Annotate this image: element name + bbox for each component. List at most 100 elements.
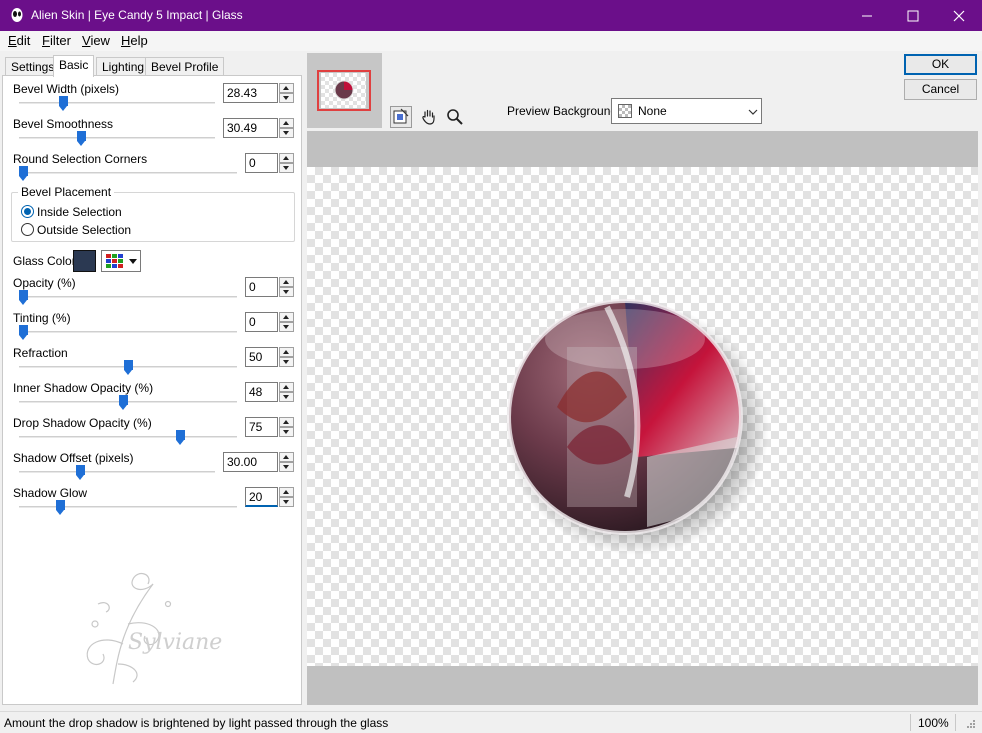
- spin-up-icon[interactable]: [279, 417, 294, 427]
- close-button[interactable]: [936, 0, 982, 31]
- round-corners-slider-thumb[interactable]: [19, 166, 28, 181]
- bevel-width-slider-track[interactable]: [19, 102, 215, 104]
- title-bar: Alien Skin | Eye Candy 5 Impact | Glass: [0, 0, 982, 31]
- spin-down-icon[interactable]: [279, 93, 294, 103]
- outside-selection-label[interactable]: Outside Selection: [37, 223, 131, 237]
- inner-shadow-opacity-slider-thumb[interactable]: [119, 395, 128, 410]
- preview-canvas[interactable]: [307, 167, 978, 666]
- navigator-thumbnail-area[interactable]: [307, 53, 382, 128]
- transparent-swatch-icon: [618, 104, 632, 118]
- chevron-down-icon: [748, 109, 758, 115]
- round-corners-input[interactable]: 0: [245, 153, 278, 173]
- minimize-button[interactable]: [844, 0, 890, 31]
- spin-down-icon[interactable]: [279, 427, 294, 437]
- status-separator: [910, 714, 911, 731]
- opacity-input[interactable]: 0: [245, 277, 278, 297]
- preview-background-label: Preview Background:: [507, 104, 621, 118]
- tinting-slider-thumb[interactable]: [19, 325, 28, 340]
- tab-basic[interactable]: Basic: [53, 55, 95, 77]
- drop-shadow-opacity-input[interactable]: 75: [245, 417, 278, 437]
- spin-up-icon[interactable]: [279, 347, 294, 357]
- inside-selection-label[interactable]: Inside Selection: [37, 205, 122, 219]
- resize-grip-icon[interactable]: [966, 719, 976, 729]
- spin-up-icon[interactable]: [279, 83, 294, 93]
- drop-shadow-opacity-spinner[interactable]: [279, 417, 294, 437]
- tab-strip: Settings Basic Lighting Bevel Profile: [0, 55, 304, 77]
- spin-down-icon[interactable]: [279, 357, 294, 367]
- shadow-offset-slider-track[interactable]: [19, 471, 215, 473]
- bevel-smoothness-input[interactable]: 30.49: [223, 118, 278, 138]
- close-icon: [953, 10, 965, 22]
- spin-down-icon[interactable]: [279, 287, 294, 297]
- navigator-viewport-frame[interactable]: [317, 70, 371, 111]
- spin-down-icon[interactable]: [279, 128, 294, 138]
- bevel-width-slider-thumb[interactable]: [59, 96, 68, 111]
- opacity-spinner[interactable]: [279, 277, 294, 297]
- bevel-width-input[interactable]: 28.43: [223, 83, 278, 103]
- bevel-smoothness-slider-track[interactable]: [19, 137, 215, 139]
- spin-down-icon[interactable]: [279, 462, 294, 472]
- menu-help[interactable]: Help: [121, 33, 148, 48]
- tinting-spinner[interactable]: [279, 312, 294, 332]
- drop-shadow-opacity-slider-track[interactable]: [19, 436, 237, 438]
- move-preview-tool-button[interactable]: [390, 106, 412, 128]
- spin-down-icon[interactable]: [279, 392, 294, 402]
- inner-shadow-opacity-input[interactable]: 48: [245, 382, 278, 402]
- refraction-slider-thumb[interactable]: [124, 360, 133, 375]
- zoom-tool-button[interactable]: [444, 106, 466, 128]
- bevel-width-spinner[interactable]: [279, 83, 294, 103]
- tab-bevel-profile[interactable]: Bevel Profile: [145, 57, 225, 76]
- shadow-offset-slider-thumb[interactable]: [76, 465, 85, 480]
- spin-up-icon[interactable]: [279, 153, 294, 163]
- spin-up-icon[interactable]: [279, 382, 294, 392]
- opacity-slider-track[interactable]: [19, 296, 237, 298]
- spin-up-icon[interactable]: [279, 118, 294, 128]
- refraction-input[interactable]: 50: [245, 347, 278, 367]
- status-bar: Amount the drop shadow is brightened by …: [0, 711, 982, 733]
- shadow-offset-label: Shadow Offset (pixels): [13, 451, 134, 465]
- spin-down-icon[interactable]: [279, 322, 294, 332]
- inner-shadow-opacity-spinner[interactable]: [279, 382, 294, 402]
- menu-edit[interactable]: Edit: [8, 33, 30, 48]
- drop-shadow-opacity-slider-thumb[interactable]: [176, 430, 185, 445]
- dropdown-arrow-icon: [129, 259, 137, 264]
- tinting-slider-track[interactable]: [19, 331, 237, 333]
- shadow-glow-slider-thumb[interactable]: [56, 500, 65, 515]
- glass-sphere-preview: [505, 299, 769, 555]
- refraction-spinner[interactable]: [279, 347, 294, 367]
- bevel-smoothness-label: Bevel Smoothness: [13, 117, 114, 131]
- spin-down-icon[interactable]: [279, 163, 294, 173]
- hand-tool-button[interactable]: [418, 106, 440, 128]
- shadow-offset-input[interactable]: 30.00: [223, 452, 278, 472]
- inside-selection-radio[interactable]: [21, 205, 34, 218]
- color-picker-button[interactable]: [101, 250, 141, 272]
- preview-background-select[interactable]: None: [611, 98, 762, 124]
- spin-up-icon[interactable]: [279, 277, 294, 287]
- maximize-icon: [907, 10, 919, 22]
- cancel-button[interactable]: Cancel: [904, 79, 977, 100]
- round-corners-spinner[interactable]: [279, 153, 294, 173]
- glass-color-swatch[interactable]: [73, 250, 96, 272]
- spin-up-icon[interactable]: [279, 452, 294, 462]
- round-corners-slider-track[interactable]: [19, 172, 237, 174]
- shadow-glow-slider-track[interactable]: [19, 506, 237, 508]
- refraction-label: Refraction: [13, 346, 68, 360]
- spin-up-icon[interactable]: [279, 487, 294, 497]
- opacity-slider-thumb[interactable]: [19, 290, 28, 305]
- spin-up-icon[interactable]: [279, 312, 294, 322]
- tab-lighting[interactable]: Lighting: [96, 57, 151, 76]
- bevel-smoothness-slider-thumb[interactable]: [77, 131, 86, 146]
- inner-shadow-opacity-slider-track[interactable]: [19, 401, 237, 403]
- ok-button[interactable]: OK: [904, 54, 977, 75]
- tinting-input[interactable]: 0: [245, 312, 278, 332]
- menu-view[interactable]: View: [82, 33, 110, 48]
- bevel-smoothness-spinner[interactable]: [279, 118, 294, 138]
- shadow-glow-input[interactable]: 20: [245, 487, 278, 507]
- shadow-glow-spinner[interactable]: [279, 487, 294, 507]
- shadow-offset-spinner[interactable]: [279, 452, 294, 472]
- outside-selection-radio[interactable]: [21, 223, 34, 236]
- menu-filter[interactable]: Filter: [42, 33, 71, 48]
- maximize-button[interactable]: [890, 0, 936, 31]
- preview-background-value: None: [638, 104, 667, 118]
- spin-down-icon[interactable]: [279, 497, 294, 507]
